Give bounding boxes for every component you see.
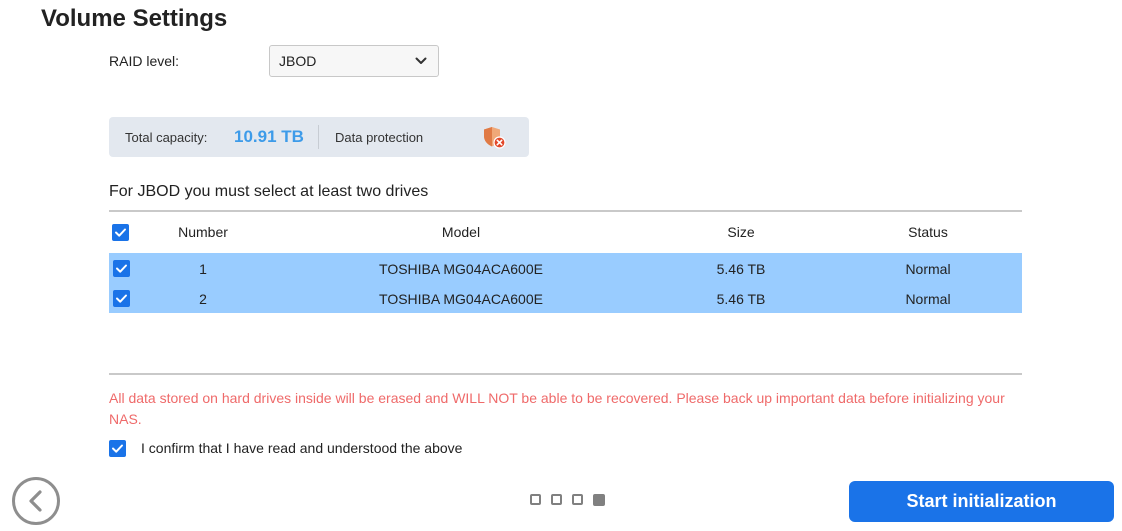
table-row[interactable]: 2 TOSHIBA MG04ACA600E 5.46 TB Normal [109, 283, 1022, 313]
step-dot [572, 494, 583, 505]
start-initialization-button[interactable]: Start initialization [849, 481, 1114, 522]
drive-size: 5.46 TB [716, 291, 766, 307]
select-all-checkbox[interactable] [112, 224, 129, 241]
table-divider-top [109, 210, 1022, 212]
column-header-number[interactable]: Number [178, 224, 228, 240]
back-button[interactable] [12, 477, 60, 525]
drive-model: TOSHIBA MG04ACA600E [379, 261, 543, 277]
checkmark-icon [115, 228, 126, 237]
row-checkbox[interactable] [113, 290, 130, 307]
drive-size: 5.46 TB [716, 261, 766, 277]
raid-level-label: RAID level: [109, 53, 180, 69]
step-dot [551, 494, 562, 505]
drive-status: Normal [905, 261, 951, 277]
drive-model: TOSHIBA MG04ACA600E [379, 291, 543, 307]
table-row[interactable]: 1 TOSHIBA MG04ACA600E 5.46 TB Normal [109, 253, 1022, 283]
column-header-model[interactable]: Model [442, 224, 480, 240]
chevron-left-icon [29, 490, 42, 512]
column-header-size[interactable]: Size [727, 224, 754, 240]
divider [318, 125, 319, 149]
confirm-checkbox[interactable] [109, 440, 126, 457]
drive-number: 1 [199, 261, 207, 277]
checkmark-icon [116, 294, 127, 303]
chevron-down-icon [415, 57, 427, 64]
raid-level-select[interactable]: JBOD [269, 45, 439, 77]
page-title: Volume Settings [41, 5, 228, 32]
raid-level-value: JBOD [279, 53, 317, 69]
checkmark-icon [112, 444, 123, 453]
data-protection-label: Data protection [335, 130, 424, 145]
column-header-status[interactable]: Status [908, 224, 948, 240]
step-dot-current [593, 494, 605, 506]
step-indicator [530, 494, 605, 506]
capacity-summary: Total capacity: 10.91 TB Data protection [109, 117, 529, 157]
drive-number: 2 [199, 291, 207, 307]
drive-table-header: Number Model Size Status [109, 213, 1022, 251]
erase-warning: All data stored on hard drives inside wi… [109, 390, 1005, 427]
drive-selection-hint: For JBOD you must select at least two dr… [109, 183, 429, 200]
shield-x-icon [484, 127, 506, 149]
row-checkbox[interactable] [113, 260, 130, 277]
step-dot [530, 494, 541, 505]
table-divider-bottom [109, 373, 1022, 375]
checkmark-icon [116, 264, 127, 273]
confirm-label[interactable]: I confirm that I have read and understoo… [141, 440, 462, 456]
total-capacity-label: Total capacity: [125, 130, 208, 145]
total-capacity-value: 10.91 TB [234, 127, 304, 146]
drive-status: Normal [905, 291, 951, 307]
